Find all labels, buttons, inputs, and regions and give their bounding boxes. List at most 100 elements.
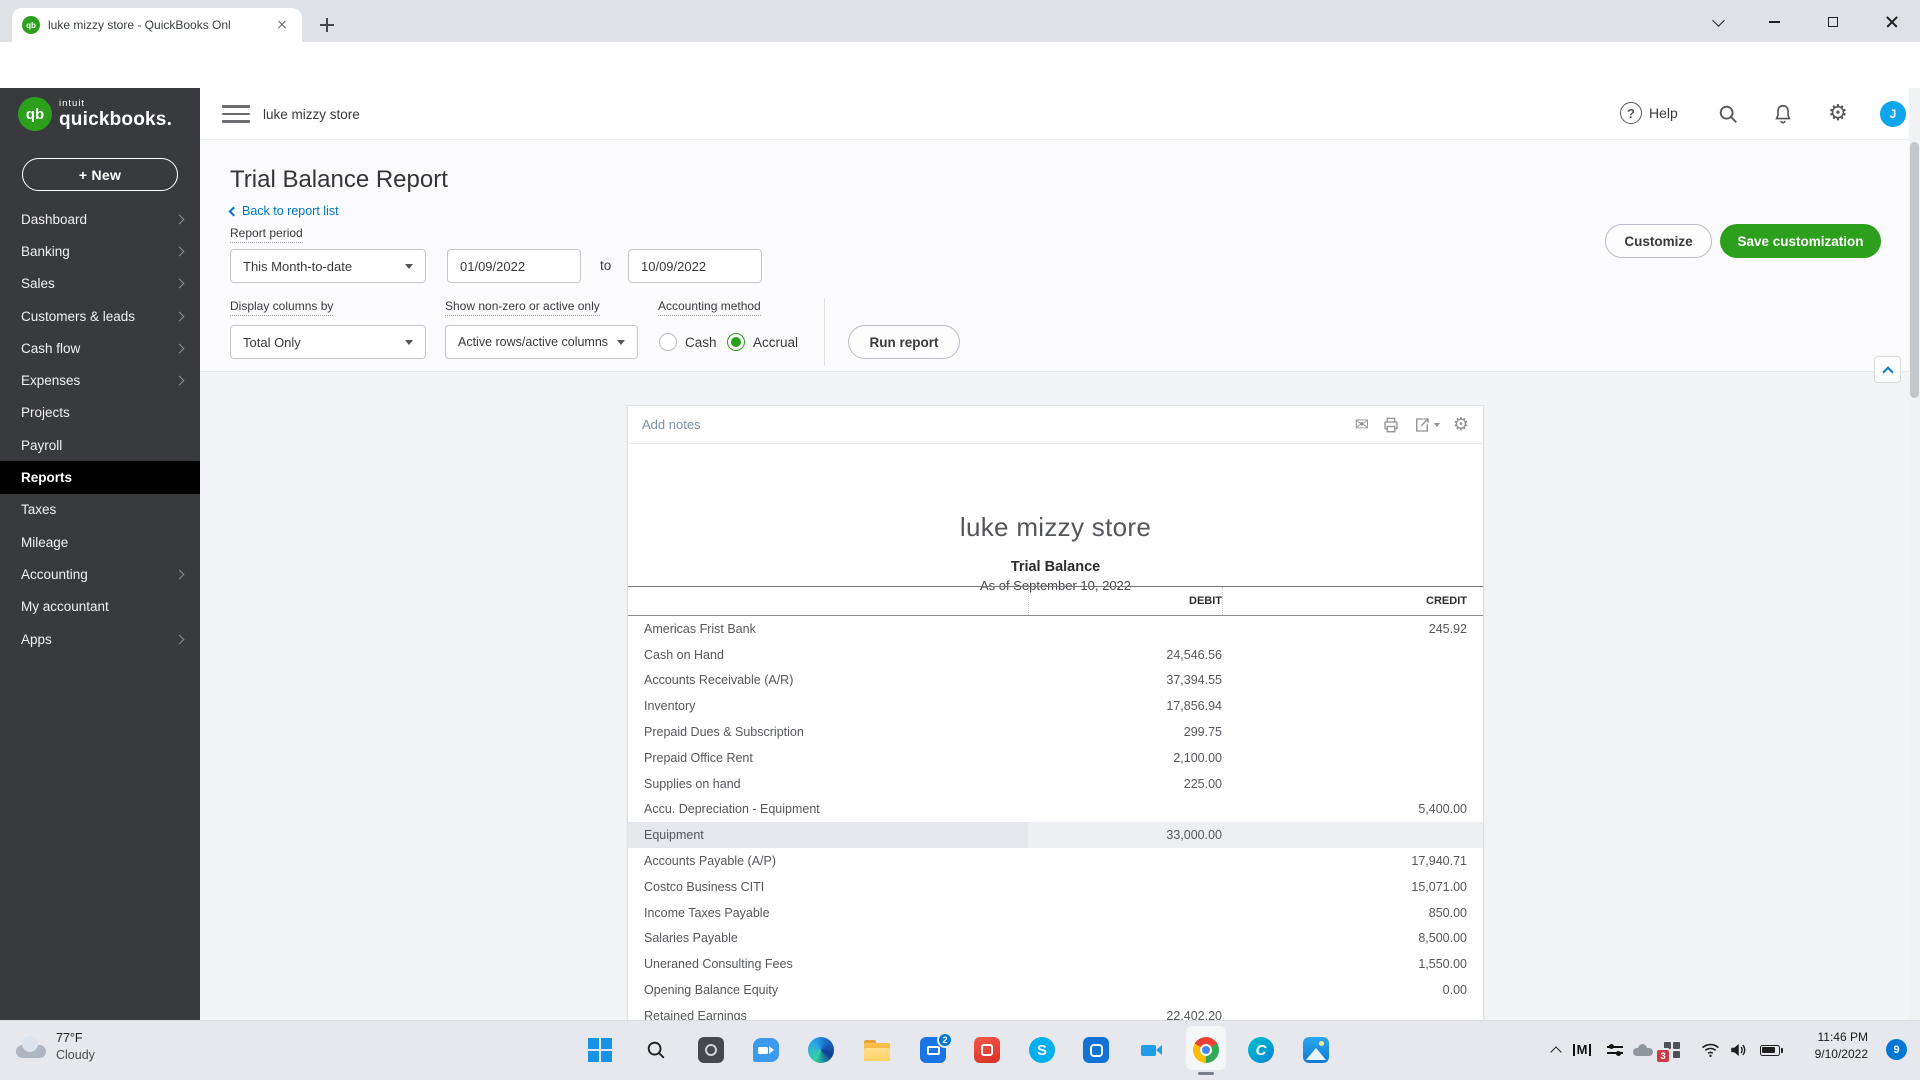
customize-button[interactable]: Customize [1605, 224, 1712, 258]
table-row[interactable]: Income Taxes Payable 850.00 [628, 900, 1483, 926]
save-customization-button[interactable]: Save customization [1720, 224, 1881, 258]
table-row[interactable]: Supplies on hand 225.00 [628, 771, 1483, 797]
window-close-button[interactable] [1877, 10, 1907, 34]
page-scrollbar[interactable] [1909, 88, 1920, 1020]
red-app-icon[interactable] [974, 1037, 1000, 1063]
tray-overflow-chevron-icon[interactable] [1546, 1041, 1566, 1059]
messages-app-icon[interactable] [1083, 1037, 1109, 1063]
window-maximize-button[interactable] [1818, 10, 1848, 34]
show-nonzero-select[interactable]: Active rows/active columns [445, 325, 638, 359]
run-report-button[interactable]: Run report [848, 325, 960, 359]
help-button[interactable]: ? Help [1620, 102, 1678, 124]
window-minimize-button[interactable] [1759, 10, 1789, 34]
sidebar-item-payroll[interactable]: Payroll [0, 429, 200, 461]
notifications-bell-icon[interactable] [1771, 102, 1795, 126]
tray-app-m-icon[interactable]: M [1572, 1041, 1592, 1059]
tab-search-chevron-icon[interactable] [1703, 10, 1733, 34]
scrollbar-thumb[interactable] [1910, 142, 1919, 398]
cloud-weather-icon [14, 1035, 48, 1058]
sidebar-item-customers-leads[interactable]: Customers & leads [0, 300, 200, 332]
table-row[interactable]: Prepaid Office Rent 2,100.00 [628, 745, 1483, 771]
chat-badge-app-icon[interactable]: 2 [920, 1032, 953, 1063]
sidebar-item-reports[interactable]: Reports [0, 461, 200, 494]
skype-icon[interactable]: S [1029, 1037, 1055, 1063]
weather-temp: 77°F [56, 1031, 83, 1045]
table-row[interactable]: Retained Earnings 22,402.20 [628, 1003, 1483, 1020]
table-row[interactable]: Inventory 17,856.94 [628, 693, 1483, 719]
weather-widget[interactable]: 77°F Cloudy [14, 1030, 95, 1064]
new-tab-button[interactable] [316, 14, 338, 36]
table-row[interactable]: Uneraned Consulting Fees 1,550.00 [628, 951, 1483, 977]
settings-gear-icon[interactable]: ⚙ [1826, 102, 1850, 126]
print-icon[interactable] [1382, 416, 1400, 434]
chevron-right-icon [174, 214, 185, 225]
start-button[interactable] [587, 1037, 613, 1063]
table-row[interactable]: Costco Business CITI 15,071.00 [628, 874, 1483, 900]
display-columns-label: Display columns by [230, 299, 334, 316]
display-columns-select[interactable]: Total Only [230, 325, 426, 359]
sidebar-item-dashboard[interactable]: Dashboard [0, 203, 200, 235]
table-row[interactable]: Cash on Hand 24,546.56 [628, 642, 1483, 668]
sidebar-item-banking[interactable]: Banking [0, 235, 200, 267]
caret-down-icon [405, 339, 413, 345]
canva-icon[interactable]: C [1248, 1037, 1274, 1063]
sidebar-item-apps[interactable]: Apps [0, 623, 200, 655]
notification-count-badge[interactable]: 9 [1886, 1039, 1907, 1060]
hamburger-menu-icon[interactable] [222, 103, 250, 125]
edge-browser-icon[interactable] [808, 1037, 834, 1063]
date-to-input[interactable]: 10/09/2022 [628, 249, 762, 283]
cash-radio[interactable] [659, 333, 677, 351]
taskbar-clock[interactable]: 11:46 PM 9/10/2022 [1815, 1029, 1868, 1064]
email-icon[interactable]: ✉ [1355, 415, 1369, 435]
sidebar-item-taxes[interactable]: Taxes [0, 494, 200, 526]
windows-logo-icon [588, 1038, 612, 1062]
table-row[interactable]: Equipment 33,000.00 [628, 822, 1483, 849]
sidebar-item-accounting[interactable]: Accounting [0, 558, 200, 590]
sidebar-item-my-accountant[interactable]: My accountant [0, 591, 200, 623]
export-icon[interactable] [1413, 416, 1440, 434]
qb-profile-avatar[interactable]: J [1880, 101, 1906, 127]
browser-tab[interactable]: qb luke mizzy store - QuickBooks Onl [12, 8, 302, 42]
chat-app-icon[interactable] [753, 1037, 779, 1063]
table-row[interactable]: Accounts Payable (A/P) 17,940.71 [628, 848, 1483, 874]
date-from-input[interactable]: 01/09/2022 [447, 249, 581, 283]
file-explorer-icon[interactable] [864, 1037, 890, 1063]
collapse-panel-button[interactable] [1874, 356, 1901, 383]
table-row[interactable]: Opening Balance Equity 0.00 [628, 977, 1483, 1003]
add-notes-link[interactable]: Add notes [642, 417, 701, 432]
sidebar-item-sales[interactable]: Sales [0, 268, 200, 300]
back-to-report-list-link[interactable]: Back to report list [228, 204, 339, 218]
battery-icon[interactable] [1760, 1041, 1783, 1059]
table-row[interactable]: Salaries Payable 8,500.00 [628, 926, 1483, 952]
onedrive-cloud-icon[interactable] [1633, 1041, 1653, 1059]
tab-close-icon[interactable] [274, 17, 290, 33]
teams-notification-badge: 3 [1655, 1048, 1671, 1064]
caret-down-icon [617, 339, 625, 345]
photos-app-icon[interactable] [1303, 1037, 1329, 1063]
new-button[interactable]: + New [22, 158, 178, 191]
account-name-cell: Prepaid Dues & Subscription [644, 725, 804, 740]
search-icon[interactable] [1716, 102, 1740, 126]
sidebar-item-label: My accountant [21, 599, 109, 615]
dark-app-icon[interactable] [698, 1037, 724, 1063]
main-content: Trial Balance Report Back to report list… [200, 140, 1920, 1020]
tray-sliders-icon[interactable] [1605, 1041, 1625, 1059]
table-row[interactable]: Prepaid Dues & Subscription 299.75 [628, 719, 1483, 745]
table-row[interactable]: Accu. Depreciation - Equipment 5,400.00 [628, 797, 1483, 823]
chrome-icon[interactable] [1193, 1037, 1219, 1063]
camera-app-icon[interactable] [1138, 1037, 1164, 1063]
wifi-icon[interactable] [1700, 1041, 1720, 1059]
sidebar-item-cash-flow[interactable]: Cash flow [0, 332, 200, 364]
report-settings-gear-icon[interactable]: ⚙ [1453, 414, 1469, 435]
sidebar-item-label: Customers & leads [21, 308, 136, 324]
report-period-select[interactable]: This Month-to-date [230, 249, 426, 283]
sidebar-item-expenses[interactable]: Expenses [0, 364, 200, 396]
volume-icon[interactable] [1728, 1041, 1748, 1059]
sidebar-item-projects[interactable]: Projects [0, 397, 200, 429]
table-row[interactable]: Americas Frist Bank 245.92 [628, 616, 1483, 642]
accrual-radio[interactable] [727, 333, 745, 351]
table-row[interactable]: Accounts Receivable (A/R) 37,394.55 [628, 668, 1483, 694]
sidebar-item-mileage[interactable]: Mileage [0, 526, 200, 558]
taskbar-search-icon[interactable] [643, 1037, 669, 1063]
teams-tray-icon[interactable]: 3 [1655, 1041, 1682, 1064]
